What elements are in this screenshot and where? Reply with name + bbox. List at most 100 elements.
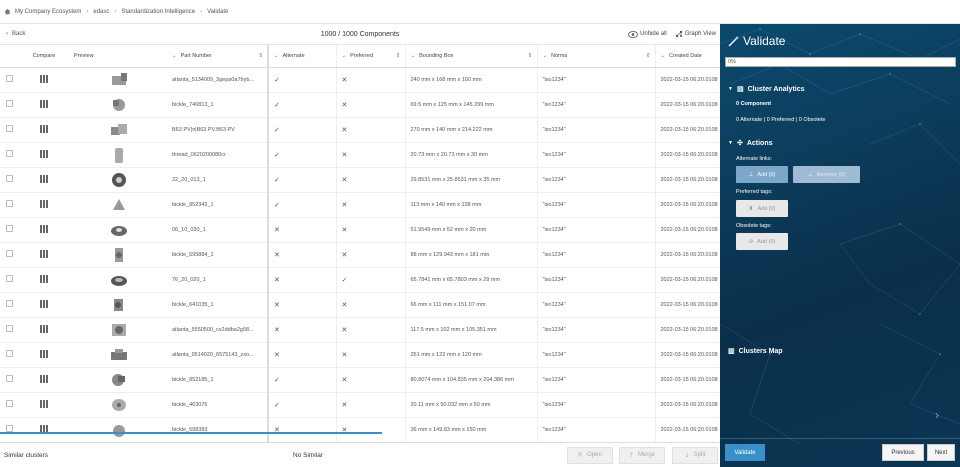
compare-icon[interactable] <box>40 274 48 283</box>
part-preview-thumbnail[interactable] <box>109 321 129 339</box>
table-row[interactable]: bickle_463076 ✓ ✕ 20.11 mm x 50.032 mm x… <box>0 392 720 418</box>
part-preview-thumbnail[interactable] <box>109 296 129 314</box>
created-date-cell: 2022-03-15 06:20.0108 <box>655 217 720 243</box>
table-row[interactable]: bickle_598383 ✕ ✕ 36 mm x 149.83 mm x 15… <box>0 417 720 443</box>
table-row[interactable]: bickle_740813_1 ✓ ✕ 69.5 mm x 125 mm x 1… <box>0 92 720 118</box>
table-row[interactable]: 76_20_020_1 ✕ ✓ 65.7841 mm x 65.7803 mm … <box>0 267 720 293</box>
row-checkbox[interactable] <box>5 200 13 207</box>
table-row[interactable]: B63 PV|¤|B63 PV.B63 PV ✓ ✕ 270 mm x 140 … <box>0 117 720 143</box>
compare-icon[interactable] <box>40 99 48 108</box>
breadcrumb-item-standardization[interactable]: Standardization Intelligence <box>121 9 195 15</box>
part-preview-thumbnail[interactable] <box>109 246 129 264</box>
part-preview-thumbnail[interactable] <box>109 271 129 289</box>
header-created-date[interactable]: ⌄ Created Date <box>655 45 720 68</box>
sort-icon[interactable]: ⇕ <box>258 53 263 59</box>
part-preview-thumbnail[interactable] <box>109 71 129 89</box>
compare-icon[interactable] <box>40 249 48 258</box>
compare-icon[interactable] <box>40 124 48 133</box>
row-checkbox[interactable] <box>5 350 13 357</box>
sort-icon[interactable]: ⇕ <box>396 53 401 59</box>
table-row[interactable]: bickle_852342_1 ✓ ✕ 113 mm x 140 mm x 13… <box>0 192 720 218</box>
row-checkbox[interactable] <box>5 325 13 332</box>
chevron-down-icon[interactable]: ⌄ <box>342 53 347 59</box>
breadcrumb-item-ecosystem[interactable]: My Company Ecosystem <box>15 9 81 15</box>
next-button[interactable]: Next <box>927 444 955 461</box>
header-norms[interactable]: ⌄ Norms ⇕ <box>537 45 656 68</box>
chevron-down-icon[interactable]: ⌄ <box>543 53 548 59</box>
open-button[interactable]: ⇱ Open <box>567 446 613 464</box>
header-preferred[interactable]: ⌄ Preferred ⇕ <box>336 45 406 68</box>
merge-button[interactable]: ⇡ Merge <box>619 446 665 464</box>
chevron-down-icon[interactable]: ⌄ <box>172 53 177 59</box>
table-row[interactable]: thread_0620200080cr ✓ ✕ 20.73 mm x 20.73… <box>0 142 720 168</box>
table-row[interactable]: bickle_641035_1 ✕ ✕ 66 mm x 111 mm x 151… <box>0 292 720 318</box>
breadcrumb-item-edasc[interactable]: edasc <box>93 9 109 15</box>
part-preview-thumbnail[interactable] <box>109 371 129 389</box>
table-row[interactable]: bickle_595884_1 ✕ ✕ 88 mm x 129.943 mm x… <box>0 242 720 268</box>
row-checkbox[interactable] <box>5 225 13 232</box>
add-preferred-button[interactable]: ♜ Add (0) <box>736 200 788 217</box>
part-preview-thumbnail[interactable] <box>109 221 129 239</box>
unhide-all-button[interactable]: Unhide all <box>628 30 667 38</box>
row-checkbox[interactable] <box>5 300 13 307</box>
header-alternate[interactable]: ⌄ Alternate <box>268 45 337 68</box>
chevron-down-icon[interactable]: ⌄ <box>411 53 416 59</box>
part-preview-thumbnail[interactable] <box>109 396 129 414</box>
row-checkbox[interactable] <box>5 400 13 407</box>
part-preview-thumbnail[interactable] <box>109 346 129 364</box>
compare-icon[interactable] <box>40 399 48 408</box>
compare-cell <box>18 317 70 343</box>
table-row[interactable]: atlanta_5134009_3gepa0a7byb... ✓ ✕ 240 m… <box>0 67 720 93</box>
row-checkbox[interactable] <box>5 175 13 182</box>
header-part-number[interactable]: ⌄ Part Number ⇕ <box>168 45 269 68</box>
chevron-right-icon[interactable]: › <box>935 408 939 422</box>
table-row[interactable]: bickle_852185_1 ✓ ✕ 80.8074 mm x 104.835… <box>0 367 720 393</box>
add-alternate-button[interactable]: ⊥ Add (0) <box>736 166 788 183</box>
table-row[interactable]: 06_10_030_1 ✕ ✕ 51.9549 mm x 52 mm x 20 … <box>0 217 720 243</box>
add-obsolete-button[interactable]: ⊘ Add (0) <box>736 233 788 250</box>
part-preview-thumbnail[interactable] <box>109 196 129 214</box>
compare-icon[interactable] <box>40 74 48 83</box>
clusters-map-header[interactable]: ▥ Clusters Map <box>728 347 783 356</box>
compare-icon[interactable] <box>40 174 48 183</box>
row-checkbox[interactable] <box>5 275 13 282</box>
chevron-down-icon[interactable]: ⌄ <box>661 53 666 59</box>
actions-header[interactable]: ▼ ✣ Actions <box>728 139 773 148</box>
part-preview-thumbnail[interactable] <box>109 171 129 189</box>
row-checkbox[interactable] <box>5 150 13 157</box>
compare-icon[interactable] <box>40 324 48 333</box>
table-row[interactable]: 22_20_013_1 ✓ ✕ 29.8531 mm x 25.8531 mm … <box>0 167 720 193</box>
header-bounding-box[interactable]: ⌄ Bounding Box ⇕ <box>405 45 538 68</box>
row-checkbox[interactable] <box>5 125 13 132</box>
home-icon[interactable] <box>4 8 11 15</box>
row-checkbox[interactable] <box>5 75 13 82</box>
compare-icon[interactable] <box>40 224 48 233</box>
part-preview-thumbnail[interactable] <box>109 421 129 439</box>
remove-alternate-button[interactable]: ⊥ Remove (0) <box>793 166 860 183</box>
row-checkbox[interactable] <box>5 375 13 382</box>
split-button[interactable]: ⇣ Split <box>672 446 718 464</box>
horizontal-scrollbar[interactable] <box>0 432 382 434</box>
row-checkbox[interactable] <box>5 425 13 432</box>
compare-icon[interactable] <box>40 199 48 208</box>
back-button[interactable]: ‹ Back <box>6 31 25 37</box>
component-count: 0 Component <box>736 101 772 107</box>
compare-icon[interactable] <box>40 149 48 158</box>
compare-icon[interactable] <box>40 299 48 308</box>
validate-button[interactable]: Validate <box>725 444 765 461</box>
sort-icon[interactable]: ⇕ <box>646 53 651 59</box>
part-preview-thumbnail[interactable] <box>109 121 129 139</box>
table-row[interactable]: atlanta_9514020_6575143_zxo... ✕ ✕ 251 m… <box>0 342 720 368</box>
chevron-down-icon[interactable]: ⌄ <box>274 53 279 59</box>
sort-icon[interactable]: ⇕ <box>528 53 533 59</box>
previous-button[interactable]: Previous <box>882 444 924 461</box>
table-row[interactable]: atlanta_5550500_cv2ddba2g58... ✕ ✕ 117.5… <box>0 317 720 343</box>
row-checkbox[interactable] <box>5 100 13 107</box>
part-preview-thumbnail[interactable] <box>109 146 129 164</box>
row-checkbox[interactable] <box>5 250 13 257</box>
cluster-analytics-header[interactable]: ▼ ▤ Cluster Analytics <box>728 85 805 94</box>
compare-icon[interactable] <box>40 374 48 383</box>
compare-icon[interactable] <box>40 349 48 358</box>
graph-view-button[interactable]: Graph View <box>675 30 716 38</box>
part-preview-thumbnail[interactable] <box>109 96 129 114</box>
